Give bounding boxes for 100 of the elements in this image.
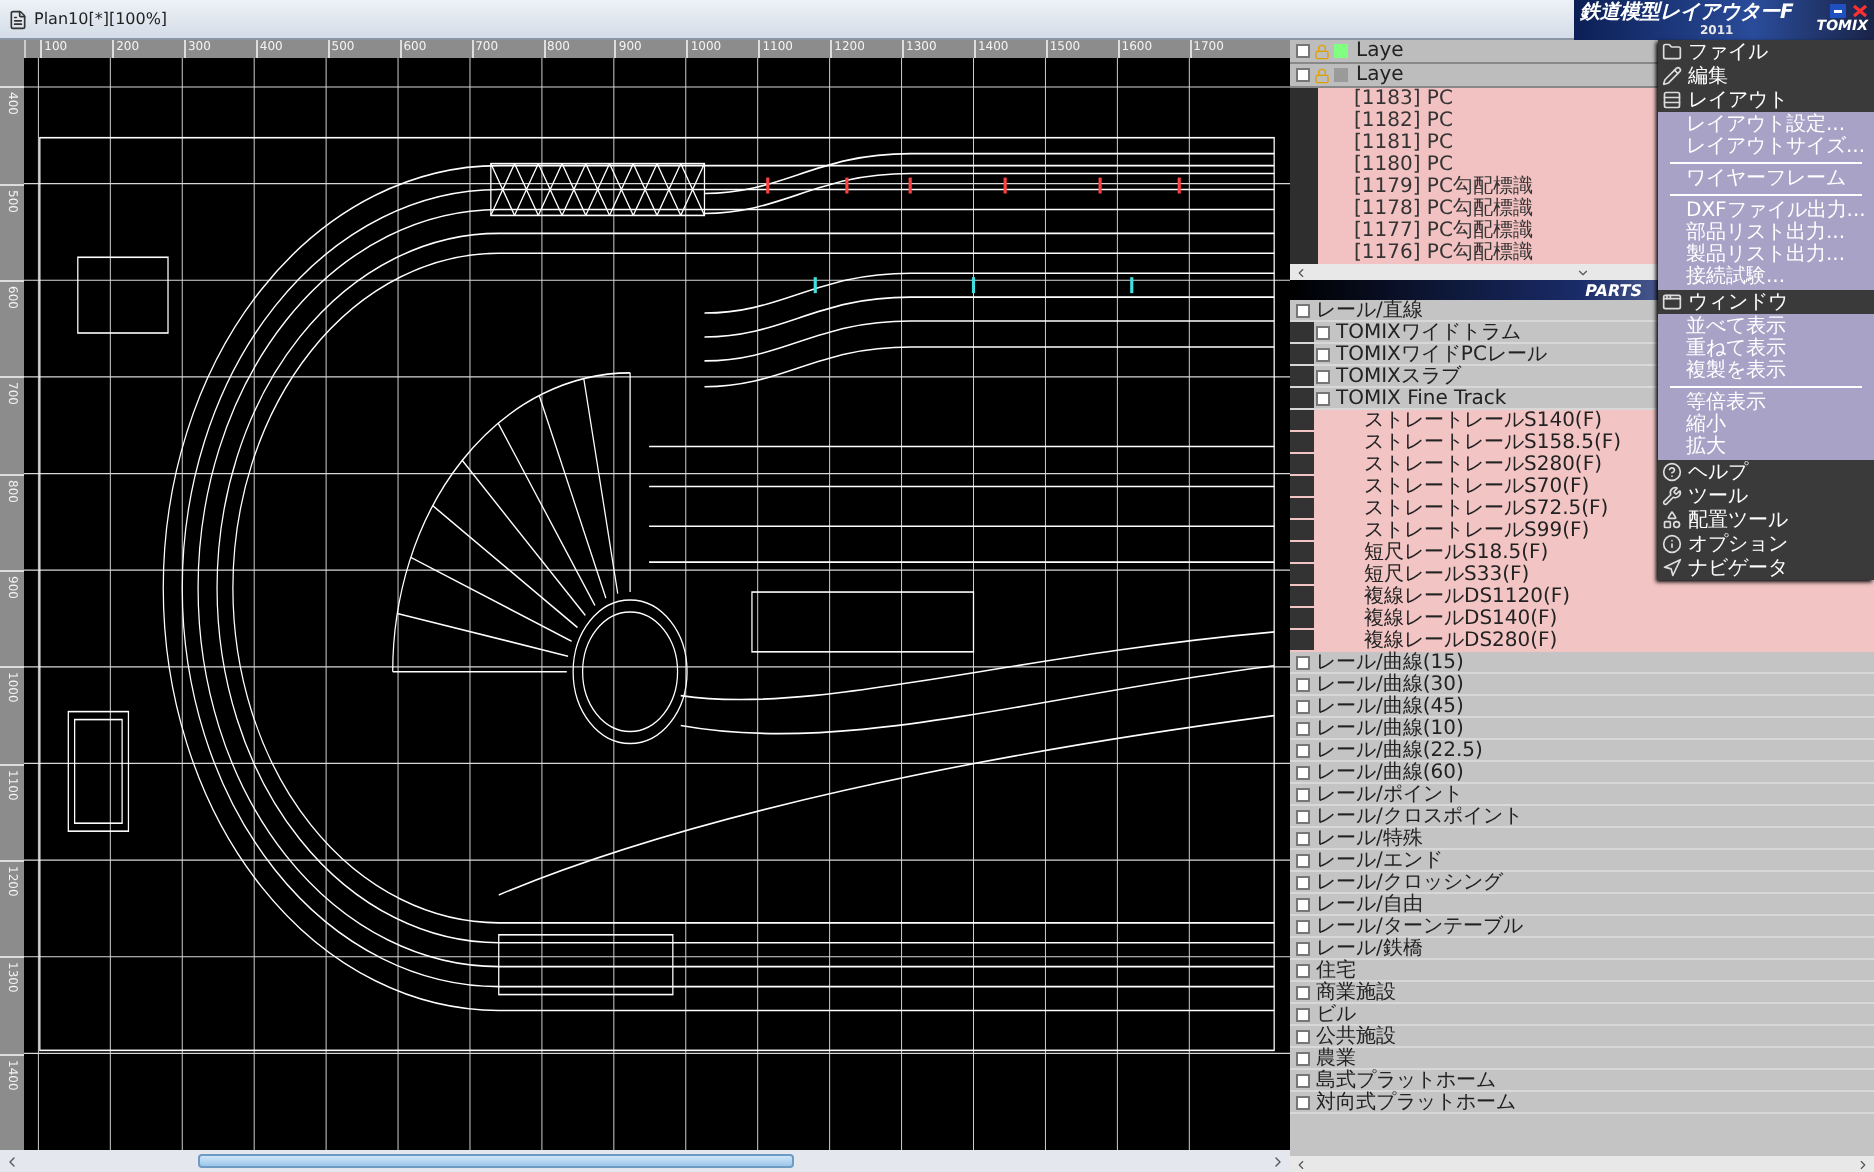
parts-title: PARTS bbox=[1585, 281, 1642, 299]
category-item[interactable]: レール/ターンテーブル bbox=[1316, 915, 1523, 937]
navigation-icon bbox=[1662, 558, 1682, 578]
checkbox[interactable] bbox=[1296, 1073, 1310, 1087]
checkbox[interactable] bbox=[1296, 1051, 1310, 1065]
menu-item[interactable]: オプション bbox=[1658, 532, 1874, 556]
category-item[interactable]: 公共施設 bbox=[1316, 1025, 1396, 1047]
wrench-icon bbox=[1662, 486, 1682, 506]
scroll-down-icon[interactable] bbox=[1575, 265, 1589, 279]
document-icon bbox=[8, 9, 28, 29]
category-item[interactable]: TOMIXワイドPCレール bbox=[1336, 343, 1547, 365]
layer-entry[interactable]: [1181] PC bbox=[1354, 132, 1453, 154]
layer-name[interactable]: Laye bbox=[1352, 40, 1404, 62]
category-item[interactable]: TOMIXワイドトラム bbox=[1336, 321, 1521, 343]
scroll-left-icon[interactable] bbox=[4, 1153, 20, 1169]
category-item[interactable]: レール/曲線(30) bbox=[1316, 673, 1464, 695]
checkbox[interactable] bbox=[1316, 369, 1330, 383]
checkbox[interactable] bbox=[1296, 721, 1310, 735]
category-item[interactable]: レール/曲線(60) bbox=[1316, 761, 1464, 783]
parts-scrollbar[interactable] bbox=[1290, 1156, 1874, 1172]
category-item[interactable]: TOMIXスラブ bbox=[1336, 365, 1461, 387]
checkbox[interactable] bbox=[1296, 1029, 1310, 1043]
checkbox[interactable] bbox=[1296, 919, 1310, 933]
checkbox[interactable] bbox=[1296, 941, 1310, 955]
pencil-icon bbox=[1662, 66, 1682, 86]
category-item[interactable]: 島式プラットホーム bbox=[1316, 1069, 1496, 1091]
category-item[interactable]: レール/鉄橋 bbox=[1316, 937, 1423, 959]
menu-item[interactable]: ファイル bbox=[1658, 40, 1874, 64]
checkbox[interactable] bbox=[1296, 44, 1310, 58]
checkbox[interactable] bbox=[1296, 677, 1310, 691]
part-item[interactable]: ストレートレールS72.5(F) bbox=[1336, 497, 1609, 519]
checkbox[interactable] bbox=[1296, 963, 1310, 977]
layer-entry[interactable]: [1183] PC bbox=[1354, 88, 1453, 110]
part-item[interactable]: ストレートレールS280(F) bbox=[1336, 453, 1602, 475]
layer-entry[interactable]: [1176] PC勾配標識 bbox=[1354, 242, 1533, 264]
checkbox[interactable] bbox=[1296, 787, 1310, 801]
logo-title: 鉄道模型レイアウターF bbox=[1580, 1, 1794, 23]
layer-entry[interactable]: [1177] PC勾配標識 bbox=[1354, 220, 1533, 242]
scroll-right-icon[interactable] bbox=[1270, 1153, 1286, 1169]
layer-entry[interactable]: [1178] PC勾配標識 bbox=[1354, 198, 1533, 220]
category-item[interactable]: 住宅 bbox=[1316, 959, 1356, 981]
part-item[interactable]: ストレートレールS70(F) bbox=[1336, 475, 1590, 497]
checkbox[interactable] bbox=[1296, 985, 1310, 999]
scroll-left-icon[interactable] bbox=[1294, 1157, 1308, 1171]
scroll-right-icon[interactable] bbox=[1856, 1157, 1870, 1171]
folder-icon bbox=[1662, 42, 1682, 62]
help-icon bbox=[1662, 462, 1682, 482]
minimize-icon[interactable] bbox=[1830, 4, 1846, 18]
checkbox[interactable] bbox=[1296, 897, 1310, 911]
menu-item[interactable]: ツール bbox=[1658, 484, 1874, 508]
info-icon bbox=[1662, 534, 1682, 554]
checkbox[interactable] bbox=[1296, 699, 1310, 713]
checkbox[interactable] bbox=[1316, 347, 1330, 361]
layer-entry[interactable]: [1180] PC bbox=[1354, 154, 1453, 176]
layer-name[interactable]: Laye bbox=[1352, 64, 1404, 86]
checkbox[interactable] bbox=[1296, 809, 1310, 823]
checkbox[interactable] bbox=[1296, 743, 1310, 757]
checkbox[interactable] bbox=[1296, 655, 1310, 669]
layer-entry[interactable]: [1182] PC bbox=[1354, 110, 1453, 132]
menu-item[interactable]: ウィンドウ bbox=[1658, 290, 1874, 314]
category-item[interactable]: レール/クロッシング bbox=[1316, 871, 1503, 893]
shapes-icon bbox=[1662, 510, 1682, 530]
part-item[interactable]: 短尺レールS33(F) bbox=[1336, 563, 1530, 585]
category-item[interactable]: レール/クロスポイント bbox=[1316, 805, 1523, 827]
category-item[interactable]: 商業施設 bbox=[1316, 981, 1396, 1003]
menu-item[interactable]: レイアウト bbox=[1658, 88, 1874, 112]
category-item[interactable]: レール/ポイント bbox=[1316, 783, 1463, 805]
window-title: Plan10[*][100%] bbox=[34, 10, 168, 28]
layout-canvas[interactable] bbox=[24, 58, 1290, 1150]
category-item[interactable]: レール/曲線(45) bbox=[1316, 695, 1464, 717]
category-item[interactable]: 農業 bbox=[1316, 1047, 1356, 1069]
category-item[interactable]: レール/曲線(22.5) bbox=[1316, 739, 1483, 761]
checkbox[interactable] bbox=[1296, 831, 1310, 845]
close-icon[interactable] bbox=[1852, 4, 1868, 18]
horizontal-scrollbar[interactable] bbox=[0, 1150, 1290, 1172]
category-item[interactable]: レール/曲線(10) bbox=[1316, 717, 1464, 739]
menu-item[interactable]: ヘルプ bbox=[1658, 460, 1874, 484]
checkbox[interactable] bbox=[1296, 853, 1310, 867]
category-item[interactable]: レール/曲線(15) bbox=[1316, 651, 1464, 673]
menu-item[interactable]: ナビゲータ bbox=[1658, 556, 1874, 580]
checkbox[interactable] bbox=[1316, 325, 1330, 339]
category-item[interactable]: レール/特殊 bbox=[1316, 827, 1423, 849]
checkbox[interactable] bbox=[1296, 765, 1310, 779]
checkbox[interactable] bbox=[1296, 875, 1310, 889]
checkbox[interactable] bbox=[1296, 1007, 1310, 1021]
scroll-left-icon[interactable] bbox=[1294, 265, 1308, 279]
category-item[interactable]: 対向式プラットホーム bbox=[1316, 1091, 1516, 1113]
menu-item[interactable]: 配置ツール bbox=[1658, 508, 1874, 532]
window-icon bbox=[1662, 292, 1682, 312]
category-item[interactable]: レール/エンド bbox=[1316, 849, 1443, 871]
category-item[interactable]: レール/自由 bbox=[1316, 893, 1423, 915]
scrollbar-thumb[interactable] bbox=[197, 1154, 795, 1168]
category-item[interactable]: ビル bbox=[1316, 1003, 1356, 1025]
checkbox[interactable] bbox=[1316, 391, 1330, 405]
category-item[interactable]: TOMIX Fine Track bbox=[1336, 387, 1507, 409]
checkbox[interactable] bbox=[1296, 303, 1310, 317]
category-item[interactable]: レール/直線 bbox=[1316, 299, 1423, 321]
checkbox[interactable] bbox=[1296, 68, 1310, 82]
menu-item[interactable]: 編集 bbox=[1658, 64, 1874, 88]
checkbox[interactable] bbox=[1296, 1095, 1310, 1109]
